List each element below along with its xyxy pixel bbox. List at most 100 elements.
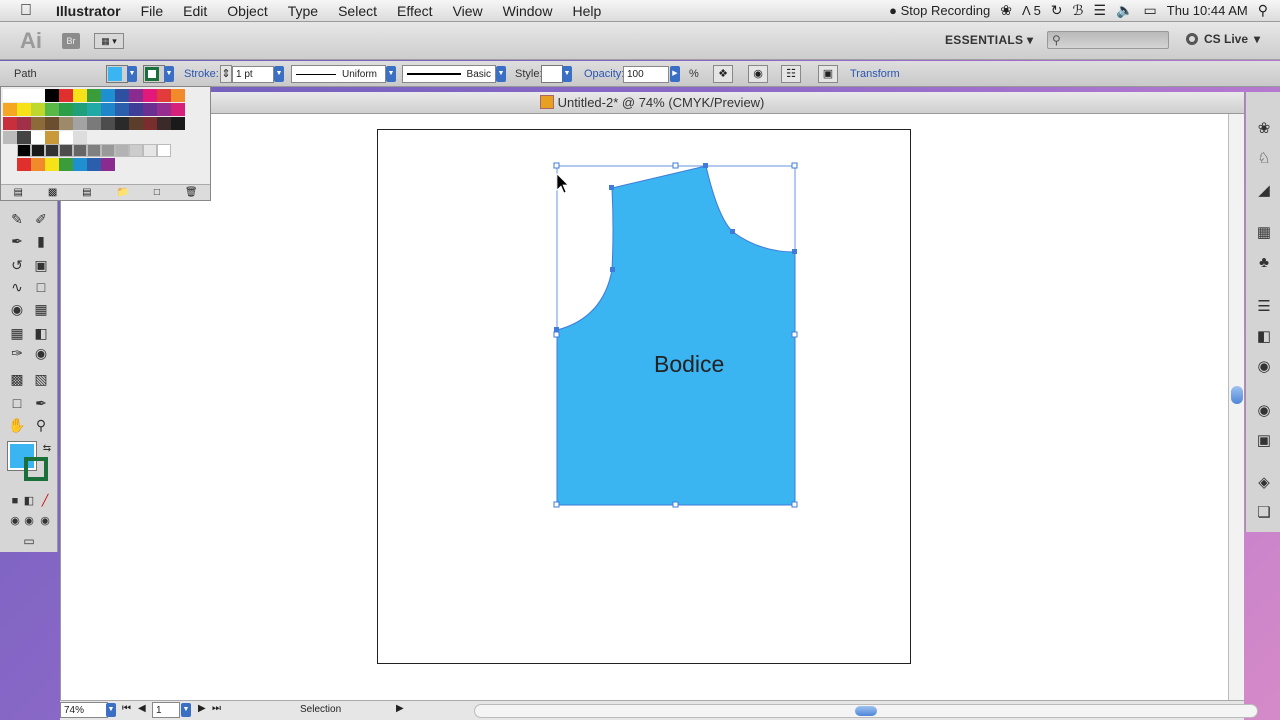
horizontal-scroll-thumb[interactable]	[855, 706, 877, 716]
reference-point-icon[interactable]: ▣	[818, 65, 838, 83]
brush-dropdown[interactable]: ▼	[496, 66, 506, 82]
menu-file[interactable]: File	[131, 3, 174, 19]
mesh-tool-icon[interactable]: ▦	[6, 323, 28, 343]
group-swatch[interactable]	[17, 158, 31, 171]
group-swatch[interactable]	[59, 158, 73, 171]
group-swatch[interactable]	[101, 158, 115, 171]
color-swatch[interactable]	[3, 117, 17, 130]
color-swatch[interactable]	[17, 89, 31, 102]
graphic-styles-icon[interactable]: ▣	[1254, 432, 1274, 450]
color-swatch[interactable]	[59, 103, 73, 116]
color-panel-icon[interactable]: ❀	[1254, 120, 1274, 138]
swatch-libraries-icon[interactable]: ▤	[13, 187, 22, 198]
menu-select[interactable]: Select	[328, 3, 387, 19]
stroke-color-box[interactable]	[24, 457, 48, 481]
gray-swatch[interactable]	[31, 144, 45, 157]
menu-window[interactable]: Window	[493, 3, 563, 19]
swatches-panel[interactable]: ▤ ▩ ▤ 📁 □ 🗑	[0, 86, 211, 201]
spotlight-search-icon[interactable]: ⚲	[1258, 2, 1268, 19]
slice-tool-icon[interactable]: ✒	[30, 393, 52, 413]
gray-swatch[interactable]	[73, 144, 87, 157]
draw-inside-icon[interactable]: ◉	[34, 511, 56, 531]
gray-swatch[interactable]	[115, 144, 129, 157]
apple-icon[interactable]: 	[16, 2, 36, 20]
gray-swatch[interactable]	[59, 144, 73, 157]
opacity-slider-arrow[interactable]: ▶	[670, 66, 680, 82]
color-swatch[interactable]	[45, 89, 59, 102]
pencil-tool-icon[interactable]: ✎	[6, 209, 28, 229]
show-swatch-kinds-icon[interactable]: ▩	[48, 187, 57, 198]
fill-dropdown-arrow[interactable]: ▼	[127, 66, 137, 82]
volume-icon[interactable]: 🔈	[1116, 2, 1133, 19]
color-swatch[interactable]	[73, 131, 87, 144]
perspective-grid-tool-icon[interactable]: ▦	[30, 299, 52, 319]
color-swatch[interactable]	[115, 89, 129, 102]
screen-mode-icon[interactable]: ▭	[6, 531, 52, 551]
blend-tool-icon[interactable]: ◉	[30, 343, 52, 363]
zoom-field[interactable]: 74%	[60, 702, 108, 718]
graphic-style-picker[interactable]	[541, 65, 563, 83]
next-artboard-icon[interactable]: ▶	[198, 703, 206, 714]
gray-swatch[interactable]	[45, 144, 59, 157]
menu-view[interactable]: View	[443, 3, 493, 19]
gray-swatch[interactable]	[101, 144, 115, 157]
color-swatch[interactable]	[129, 89, 143, 102]
swap-fill-stroke-icon[interactable]: ⇆	[36, 439, 58, 459]
color-swatch[interactable]	[171, 89, 185, 102]
warp-tool-icon[interactable]: ∿	[6, 277, 28, 297]
color-swatch[interactable]	[157, 117, 171, 130]
group-swatch[interactable]	[73, 158, 87, 171]
color-swatch[interactable]	[101, 89, 115, 102]
kuler-icon[interactable]: ◢	[1254, 182, 1274, 200]
stroke-panel-icon[interactable]: ☰	[1254, 298, 1274, 316]
clock[interactable]: Thu 10:44 AM	[1167, 3, 1248, 18]
color-swatch[interactable]	[59, 89, 73, 102]
color-swatch[interactable]	[45, 103, 59, 116]
none-mode-icon[interactable]: ╱	[34, 491, 56, 511]
status-menu-arrow[interactable]: ▶	[396, 703, 404, 714]
gray-swatch[interactable]	[157, 144, 171, 157]
stroke-color-picker[interactable]	[143, 65, 165, 83]
hand-tool-icon[interactable]: ✋	[6, 415, 28, 435]
arrange-documents-button[interactable]: ▦ ▾	[94, 32, 124, 49]
group-swatch[interactable]	[31, 158, 45, 171]
gray-swatch[interactable]	[17, 144, 31, 157]
color-swatch[interactable]	[115, 103, 129, 116]
align-icon[interactable]: ☷	[781, 65, 801, 83]
opacity-link[interactable]: Opacity:	[584, 68, 624, 80]
artboard-tool-icon[interactable]: □	[6, 393, 28, 413]
bridge-button[interactable]: Br	[62, 32, 80, 49]
menu-illustrator[interactable]: Illustrator	[46, 3, 131, 19]
transform-link[interactable]: Transform	[850, 68, 900, 80]
color-swatch[interactable]	[171, 103, 185, 116]
color-swatch[interactable]	[31, 103, 45, 116]
time-machine-icon[interactable]: ↻	[1051, 2, 1063, 19]
color-swatch[interactable]	[17, 131, 31, 144]
color-swatch[interactable]	[87, 131, 101, 144]
new-swatch-icon[interactable]: □	[154, 187, 160, 198]
color-swatch[interactable]	[3, 103, 17, 116]
new-color-group-icon[interactable]: 📁	[117, 187, 129, 198]
menu-edit[interactable]: Edit	[173, 3, 217, 19]
color-swatch[interactable]	[157, 89, 171, 102]
style-dropdown[interactable]: ▼	[562, 66, 572, 82]
menu-effect[interactable]: Effect	[387, 3, 443, 19]
gray-swatch[interactable]	[143, 144, 157, 157]
sync-icon[interactable]: ❀	[1000, 2, 1012, 19]
variable-width-profile[interactable]: Uniform	[291, 65, 386, 83]
delete-swatch-icon[interactable]: 🗑	[185, 187, 198, 198]
column-graph-tool-icon[interactable]: ▧	[30, 369, 52, 389]
wifi-icon[interactable]: ☰	[1094, 2, 1107, 19]
color-swatch[interactable]	[45, 117, 59, 130]
isolate-group-icon[interactable]: ◉	[748, 65, 768, 83]
fill-color-picker[interactable]	[106, 65, 128, 83]
color-swatch[interactable]	[143, 89, 157, 102]
color-swatch[interactable]	[101, 103, 115, 116]
color-swatch[interactable]	[3, 89, 17, 102]
appearance-panel-icon[interactable]: ◉	[1254, 402, 1274, 420]
group-swatch[interactable]	[45, 158, 59, 171]
artboard-number-field[interactable]: 1	[152, 702, 180, 718]
stroke-weight-dropdown[interactable]: ▼	[274, 66, 284, 82]
recolor-artwork-icon[interactable]: ❖	[713, 65, 733, 83]
free-transform-tool-icon[interactable]: □	[30, 277, 52, 297]
